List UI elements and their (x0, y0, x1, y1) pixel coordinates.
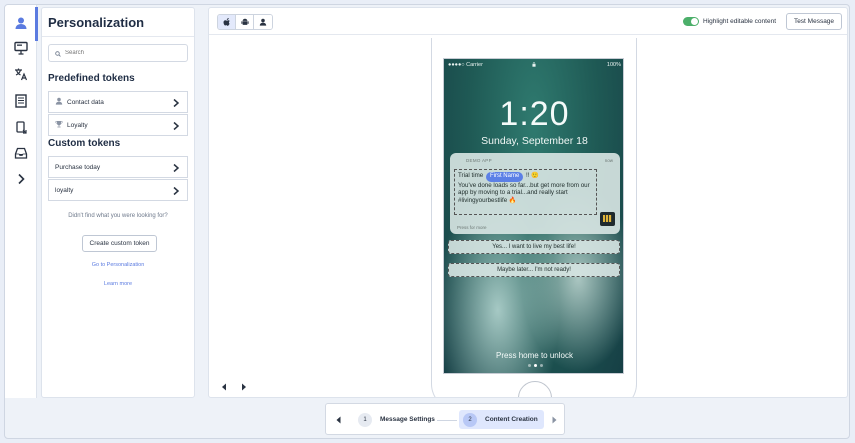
notification-body[interactable]: Trial time First Name !! 🙂 You've done l… (454, 169, 597, 215)
predefined-heading: Predefined tokens (48, 73, 135, 84)
document-icon (14, 93, 28, 113)
notification-time: now (604, 158, 613, 163)
platform-profile[interactable] (254, 15, 272, 29)
status-bar: ●●●●○ Carrier 100% (448, 62, 621, 70)
app-frame: Personalization Predefined tokens Contac… (4, 4, 850, 439)
preview-navigation (221, 378, 247, 396)
token-contact-data[interactable]: Contact data (48, 91, 188, 113)
rail-inbox[interactable] (5, 143, 37, 167)
icon-rail (5, 5, 38, 398)
platform-ios[interactable] (218, 15, 236, 29)
token-label: Contact data (67, 98, 104, 106)
rail-personalization[interactable] (5, 7, 38, 41)
personalization-panel: Personalization Predefined tokens Contac… (41, 7, 195, 398)
lock-time: 1:20 (499, 95, 570, 133)
highlight-toggle[interactable] (683, 17, 699, 26)
push-notification[interactable]: DEMO APP now Trial time First Name !! 🙂 … (450, 153, 620, 234)
rail-translate[interactable] (5, 64, 37, 88)
step-label: Content Creation (485, 416, 538, 423)
inbox-icon (14, 146, 28, 165)
notification-action-later[interactable]: Maybe later... I'm not ready! (448, 263, 620, 277)
step-label: Message Settings (380, 416, 435, 423)
create-custom-token-button[interactable]: Create custom token (82, 235, 157, 252)
person-icon (14, 16, 28, 35)
rail-mobile[interactable] (5, 118, 37, 142)
token-purchase-today[interactable]: Purchase today (48, 156, 188, 178)
notification-action-yes[interactable]: Yes... I want to live my best life! (448, 240, 620, 254)
platform-android[interactable] (236, 15, 254, 29)
help-text: Didn't find what you were looking for? (68, 213, 168, 219)
chevron-right-icon (14, 172, 28, 191)
step-content-creation[interactable]: 2 Content Creation (459, 410, 544, 429)
search-box[interactable] (48, 44, 188, 62)
test-message-button[interactable]: Test Message (786, 13, 842, 30)
step-message-settings[interactable]: 1 Message Settings (354, 410, 441, 429)
android-icon (240, 15, 249, 29)
user-icon (259, 15, 267, 29)
platform-switcher (217, 14, 273, 30)
token-label: loyalty (55, 186, 74, 194)
preview-area: Highlight editable content Test Message … (208, 7, 848, 398)
token-label: Purchase today (55, 163, 101, 171)
go-to-personalization-link[interactable]: Go to Personalization (42, 262, 194, 268)
notification-title-suffix: !! 🙂 (526, 172, 539, 179)
unlock-hint: Press home to unlock (496, 351, 573, 360)
custom-heading: Custom tokens (48, 138, 121, 149)
wizard-stepper: 1 Message Settings 2 Content Creation (325, 403, 565, 435)
token-label: Loyalty (67, 121, 88, 129)
rail-expand[interactable] (5, 169, 37, 193)
mobile-device-icon (14, 120, 28, 140)
home-button[interactable] (518, 381, 552, 397)
chevron-left-icon[interactable] (221, 378, 227, 396)
panel-title: Personalization (48, 15, 145, 30)
battery-text: 100% (606, 62, 621, 68)
person-icon (55, 97, 67, 107)
phone-mockup: ●●●●○ Carrier 100% 1:20 Sunday, Septembe… (431, 38, 637, 397)
highlight-label: Highlight editable content (703, 18, 776, 25)
divider (42, 36, 194, 37)
step-connector (437, 420, 457, 421)
step-number: 1 (358, 412, 372, 427)
token-loyalty-custom[interactable]: loyalty (48, 179, 188, 201)
lock-icon (532, 62, 536, 69)
lock-screen: ●●●●○ Carrier 100% 1:20 Sunday, Septembe… (443, 58, 624, 374)
first-name-token[interactable]: First Name (485, 172, 524, 182)
search-input[interactable] (65, 50, 175, 56)
step-number: 2 (463, 412, 477, 427)
apple-icon (223, 15, 231, 29)
chevron-right-icon[interactable] (241, 378, 247, 396)
trophy-icon (55, 120, 67, 130)
translate-icon (14, 67, 28, 86)
preview-toolbar: Highlight editable content Test Message (209, 8, 847, 35)
token-loyalty[interactable]: Loyalty (48, 114, 188, 136)
search-icon (55, 44, 61, 62)
rail-document[interactable] (5, 91, 37, 115)
notification-app-name: DEMO APP (466, 158, 492, 163)
notification-press-hint: Press for more (457, 225, 487, 230)
notification-message: You've done loads so far...but get more … (458, 181, 590, 205)
presentation-icon (14, 41, 28, 60)
learn-more-link[interactable]: Learn more (42, 281, 194, 287)
carrier-text: ●●●●○ Carrier (448, 62, 483, 68)
notification-image (600, 212, 615, 226)
notification-title-prefix: Trial time (458, 172, 484, 179)
page-dots (528, 364, 543, 367)
lock-date: Sunday, September 18 (481, 135, 588, 147)
rail-presentation[interactable] (5, 38, 37, 62)
